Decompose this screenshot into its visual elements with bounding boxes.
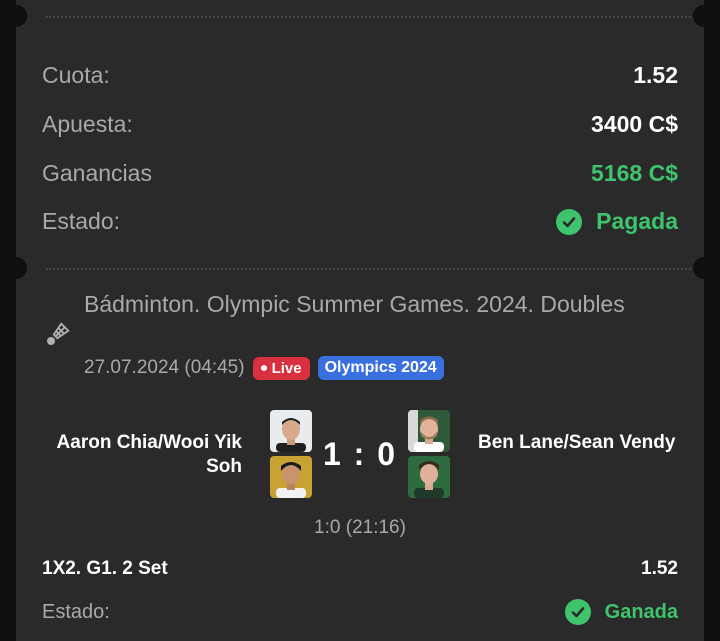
- event-meta: 27.07.2024 (04:45) Live Olympics 2024: [84, 355, 444, 381]
- team-away-name: Ben Lane/Sean Vendy: [478, 432, 676, 453]
- selection-status-label: Estado:: [42, 600, 110, 623]
- card-notch: [5, 5, 27, 27]
- card-notch: [5, 257, 27, 279]
- event-datetime: 27.07.2024 (04:45): [84, 357, 245, 378]
- selection-odds: 1.52: [641, 558, 678, 579]
- team-home-name: Aaron Chia/Wooi Yik Soh: [56, 432, 242, 477]
- selection-status-value: Ganada: [604, 600, 678, 623]
- stake-row: Apuesta: 3400 C$: [42, 111, 678, 138]
- divider: [46, 268, 706, 270]
- odds-row: Cuota: 1.52: [42, 62, 678, 89]
- status-label: Estado:: [42, 208, 120, 234]
- status-row: Estado: Pagada: [42, 208, 678, 235]
- odds-label: Cuota:: [42, 62, 110, 88]
- status-value: Pagada: [596, 208, 678, 234]
- player-avatar: [408, 410, 450, 452]
- player-avatar: [408, 456, 450, 498]
- card-notch: [693, 257, 715, 279]
- divider: [46, 16, 706, 18]
- live-badge-label: Live: [271, 359, 302, 377]
- bet-card: [16, 0, 706, 641]
- event-title[interactable]: Bádminton. Olympic Summer Games. 2024. D…: [84, 288, 644, 320]
- set-score: 1:0 (21:16): [314, 517, 406, 538]
- status-indicator: Pagada: [556, 208, 678, 235]
- card-notch: [693, 5, 715, 27]
- selection-row: 1X2. G1. 2 Set 1.52: [42, 558, 678, 580]
- tournament-badge: Olympics 2024: [317, 356, 444, 380]
- live-dot-icon: [260, 365, 267, 371]
- check-circle-icon: [564, 599, 591, 625]
- winnings-value: 5168 C$: [591, 160, 678, 186]
- check-circle-icon: [556, 208, 583, 235]
- stake-label: Apuesta:: [42, 111, 133, 137]
- stake-value: 3400 C$: [591, 111, 678, 137]
- live-badge: Live: [252, 356, 310, 380]
- selection-status-row: Estado: Ganada: [42, 599, 678, 625]
- odds-value: 1.52: [633, 62, 678, 88]
- winnings-label: Ganancias: [42, 160, 152, 186]
- winnings-row: Ganancias 5168 C$: [42, 160, 678, 187]
- market-name: 1X2. G1. 2 Set: [42, 558, 168, 579]
- shuttlecock-icon: [44, 322, 70, 348]
- match-score: 1 : 0: [322, 436, 398, 472]
- player-avatar: [270, 410, 312, 452]
- player-avatar: [270, 456, 312, 498]
- selection-status-indicator: Ganada: [564, 599, 678, 625]
